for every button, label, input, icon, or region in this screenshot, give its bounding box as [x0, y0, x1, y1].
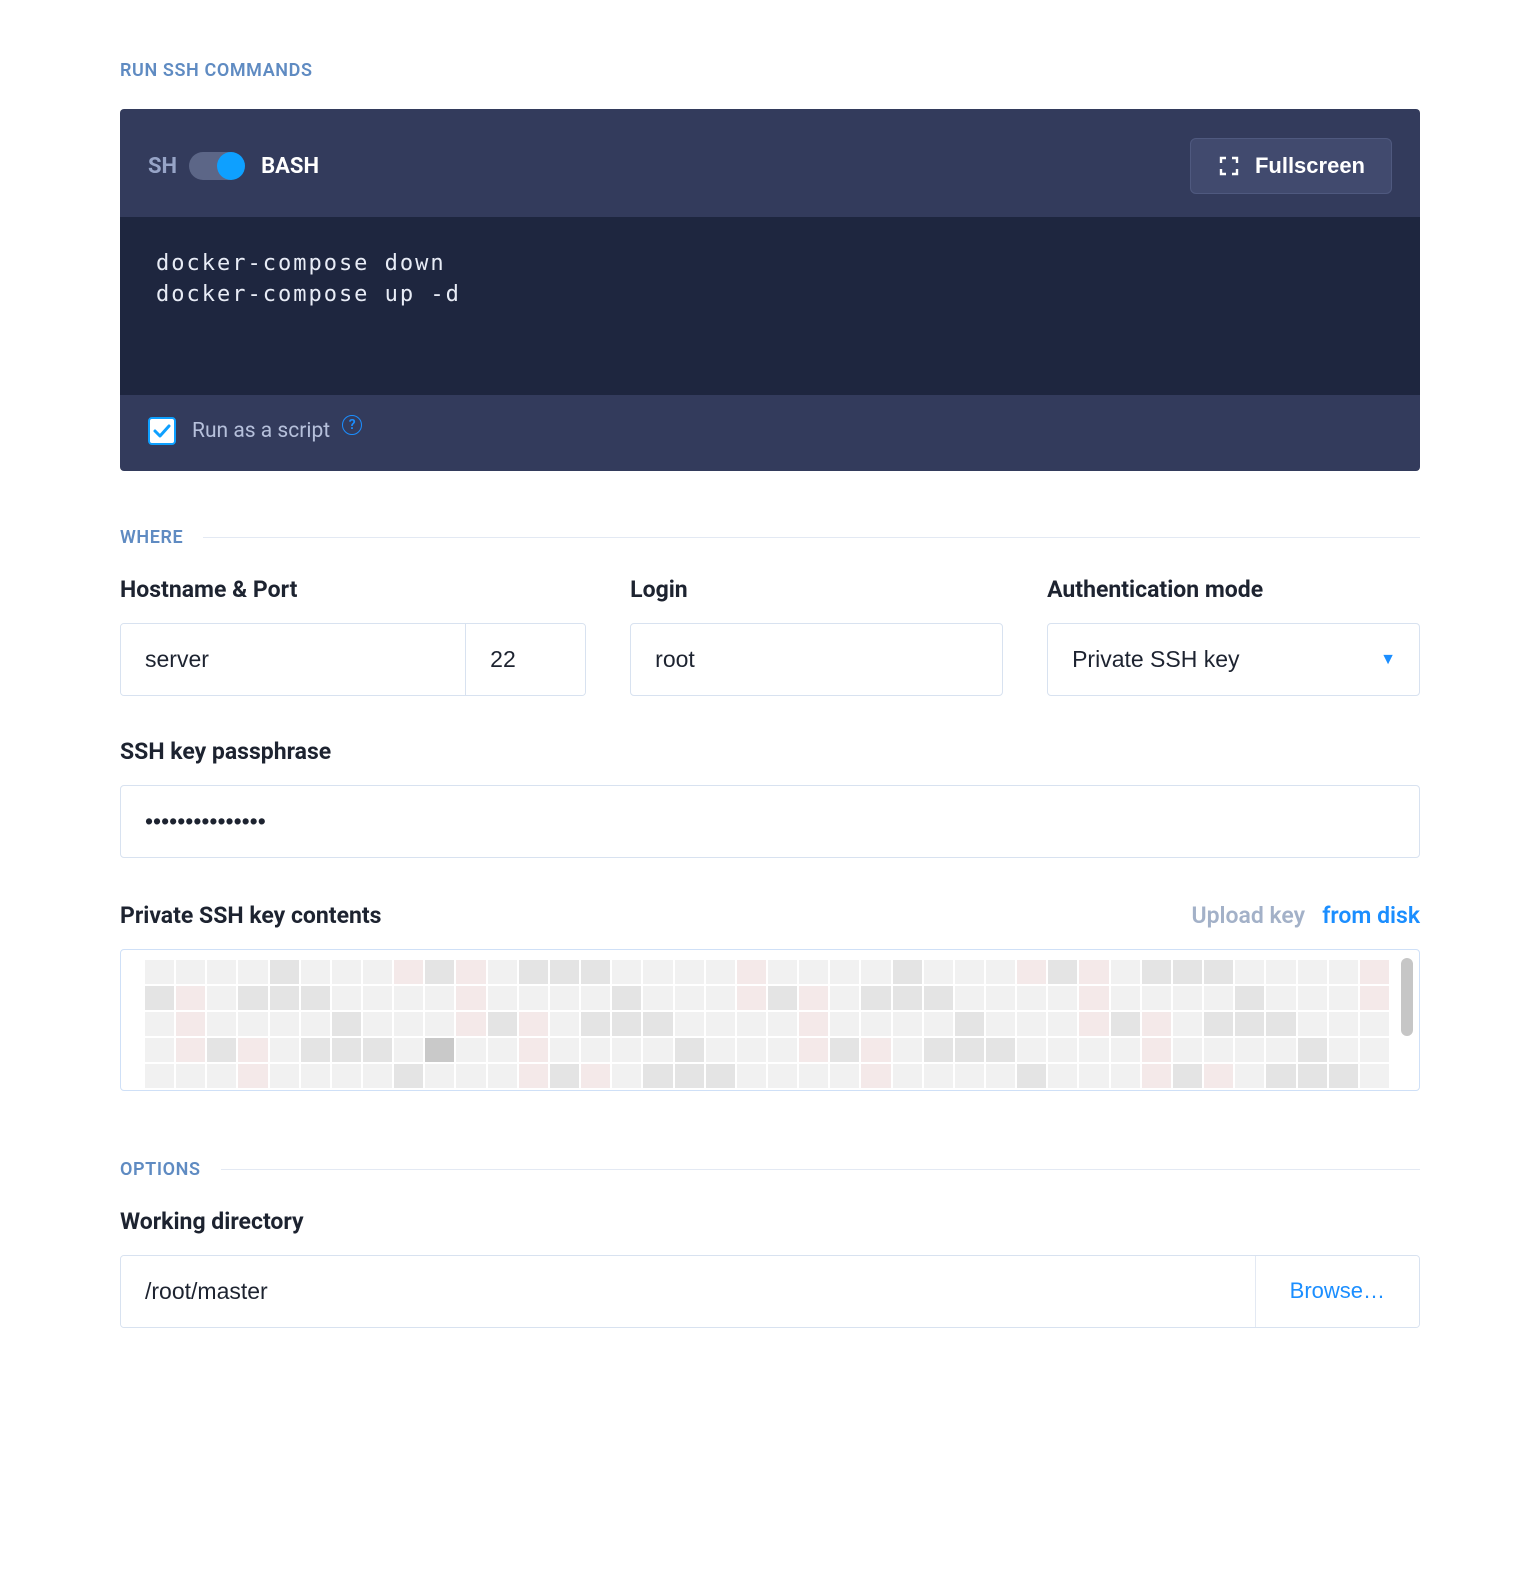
ssh-commands-editor[interactable]: docker-compose down docker-compose up -d [120, 217, 1420, 395]
auth-mode-label: Authentication mode [1047, 576, 1420, 603]
auth-mode-field: Authentication mode ▼ [1047, 576, 1420, 696]
browse-button[interactable]: Browse… [1255, 1256, 1419, 1327]
toggle-thumb [217, 152, 245, 180]
hostname-port-label: Hostname & Port [120, 576, 586, 603]
working-directory-input-wrap: Browse… [120, 1255, 1420, 1328]
port-input[interactable] [465, 624, 585, 695]
upload-from-disk-link[interactable]: from disk [1322, 902, 1420, 929]
ssh-key-textarea[interactable] [120, 949, 1420, 1091]
upload-prefix: Upload key [1191, 902, 1305, 929]
section-header-run-ssh: RUN SSH COMMANDS [120, 60, 1420, 81]
shell-mode-toggle[interactable]: SH BASH [148, 152, 319, 180]
editor-toolbar: SH BASH Fullscreen [120, 109, 1420, 201]
hostname-input[interactable] [121, 624, 465, 695]
fullscreen-icon [1217, 154, 1241, 178]
passphrase-input[interactable] [120, 785, 1420, 858]
help-icon[interactable]: ? [342, 415, 362, 435]
fullscreen-button[interactable]: Fullscreen [1190, 138, 1392, 194]
scrollbar-thumb[interactable] [1401, 958, 1413, 1036]
hostname-port-field: Hostname & Port [120, 576, 586, 696]
login-input[interactable] [630, 623, 1003, 696]
sh-label: SH [148, 154, 177, 179]
section-title: RUN SSH COMMANDS [120, 60, 313, 81]
working-directory-input[interactable] [121, 1256, 1255, 1327]
ssh-key-label: Private SSH key contents [120, 902, 382, 929]
section-rule [203, 537, 1420, 538]
working-directory-label: Working directory [120, 1208, 1420, 1235]
fullscreen-label: Fullscreen [1255, 153, 1365, 179]
section-title: OPTIONS [120, 1159, 201, 1180]
section-title: WHERE [120, 527, 183, 548]
section-rule [221, 1169, 1420, 1170]
login-label: Login [630, 576, 1003, 603]
section-header-options: OPTIONS [120, 1159, 1420, 1180]
hostname-port-input-wrap [120, 623, 586, 696]
editor-footer: Run as a script ? [120, 395, 1420, 471]
passphrase-label: SSH key passphrase [120, 738, 1420, 765]
run-as-script-checkbox[interactable] [148, 417, 176, 445]
upload-key-hint: Upload key from disk [1191, 902, 1420, 929]
passphrase-field: SSH key passphrase [120, 738, 1420, 858]
ssh-key-field: Private SSH key contents Upload key from… [120, 902, 1420, 1091]
bash-label: BASH [261, 154, 319, 179]
auth-mode-select[interactable]: ▼ [1047, 623, 1420, 696]
where-row-1: Hostname & Port Login Authentication mod… [120, 576, 1420, 696]
ssh-editor-panel: SH BASH Fullscreen docker-compose down d… [120, 109, 1420, 471]
run-as-script-label: Run as a script [192, 419, 330, 443]
ssh-key-redacted-content [145, 960, 1389, 1080]
section-header-where: WHERE [120, 527, 1420, 548]
working-directory-field: Working directory Browse… [120, 1208, 1420, 1328]
toggle-track[interactable] [189, 152, 243, 180]
auth-mode-value[interactable] [1047, 623, 1420, 696]
login-field: Login [630, 576, 1003, 696]
